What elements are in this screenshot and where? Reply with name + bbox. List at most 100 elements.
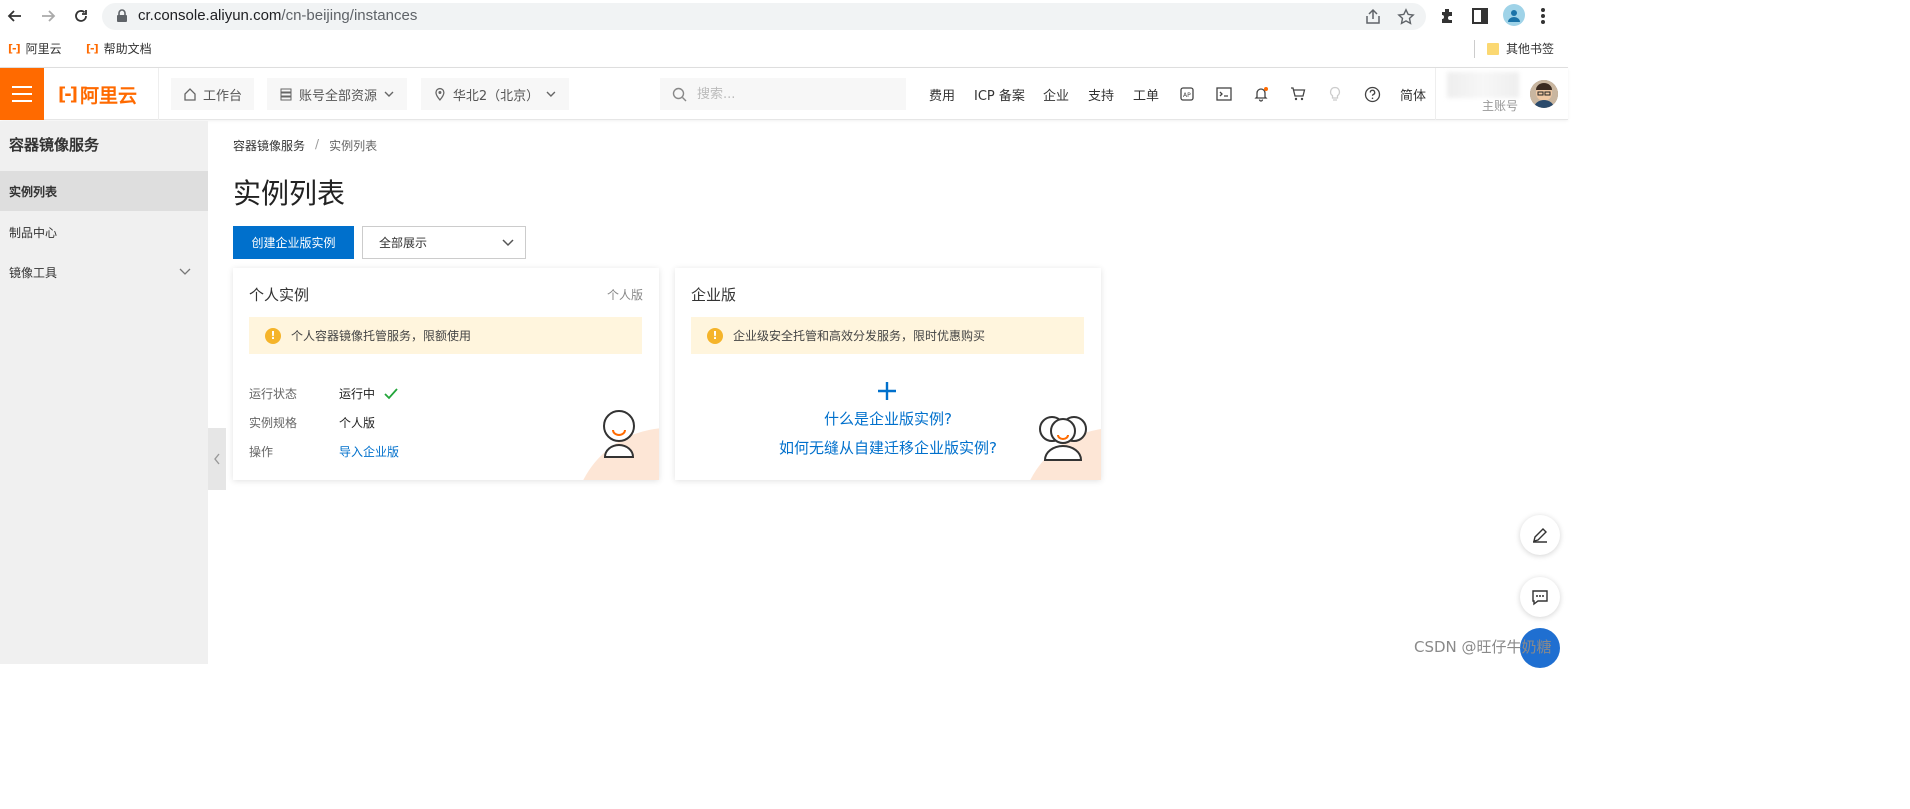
arrow-left-icon [7, 10, 21, 22]
bookmark-divider [1474, 40, 1475, 58]
sidebar-item-label: 制品中心 [9, 225, 58, 240]
filter-value: 全部展示 [379, 236, 428, 250]
csdn-watermark: CSDN @旺仔牛奶糖 [1414, 638, 1552, 656]
notice-banner: ! 企业级安全托管和高效分发服务，限时优惠购买 [691, 317, 1084, 354]
notice-banner: ! 个人容器镜像托管服务，限额使用 [249, 317, 642, 354]
language-switch[interactable]: 简体 [1400, 85, 1426, 104]
url-domain: cr.console.aliyun.com [138, 7, 282, 24]
arrow-right-icon [42, 10, 56, 22]
sidebar-title: 容器镜像服务 [9, 136, 100, 154]
fees-link[interactable]: 费用 [929, 85, 955, 104]
location-pin-icon [435, 87, 445, 101]
chevron-down-icon [546, 91, 556, 97]
chat-icon [1532, 590, 1548, 606]
enterprise-link[interactable]: 企业 [1043, 85, 1069, 104]
share-icon[interactable] [1364, 8, 1382, 26]
bookmark-other[interactable]: 其他书签 [1486, 40, 1554, 57]
sidebar-item-image-tools[interactable]: 镜像工具 [0, 252, 208, 292]
resources-dropdown[interactable]: 账号全部资源 [267, 78, 408, 110]
workbench-label: 工作台 [203, 88, 243, 104]
aliyun-logo-icon: [-] [58, 84, 78, 105]
divider [158, 68, 159, 120]
notifications-button[interactable] [1251, 84, 1271, 104]
sidebar: 容器镜像服务 实例列表 制品中心 镜像工具 [0, 121, 208, 664]
bookmark-aliyun[interactable]: [-] 阿里云 [8, 40, 62, 57]
logo-text: 阿里云 [79, 85, 137, 107]
region-dropdown[interactable]: 华北2（北京） [421, 78, 569, 110]
team-illustration-icon [1039, 416, 1087, 461]
cart-icon [1291, 87, 1306, 101]
sidebar-item-label: 实例列表 [9, 184, 58, 199]
card-tag: 个人版 [606, 288, 643, 302]
help-button[interactable] [1362, 84, 1382, 104]
check-icon [384, 388, 398, 400]
import-enterprise-link[interactable]: 导入企业版 [339, 443, 399, 460]
reload-icon [75, 10, 87, 22]
menu-button[interactable] [0, 68, 44, 120]
account-type-label: 主账号 [1482, 99, 1519, 113]
url-text: cr.console.aliyun.com/cn-beijing/instanc… [138, 7, 417, 24]
stack-icon [280, 88, 292, 101]
chevron-down-icon [179, 268, 191, 275]
chat-button[interactable] [1520, 577, 1560, 617]
back-button[interactable] [4, 5, 26, 27]
icp-link[interactable]: ICP 备案 [974, 85, 1025, 104]
status-text: 运行中 [339, 387, 376, 401]
person-illustration-icon [603, 410, 635, 458]
support-link[interactable]: 支持 [1088, 85, 1114, 104]
url-path: /cn-beijing/instances [281, 7, 418, 24]
enterprise-instance-card[interactable]: 企业版 ! 企业级安全托管和高效分发服务，限时优惠购买 什么是企业版实例? 如何… [675, 268, 1101, 480]
breadcrumb-root[interactable]: 容器镜像服务 [233, 137, 305, 154]
aliyun-logo-icon: [-] [86, 42, 99, 55]
home-icon [184, 88, 196, 101]
workbench-button[interactable]: 工作台 [171, 78, 255, 110]
sidebar-collapse-handle[interactable] [208, 428, 226, 490]
card-title: 企业版 [691, 286, 737, 304]
folder-icon [1487, 42, 1499, 55]
sidebar-item-instances[interactable]: 实例列表 [0, 171, 208, 211]
terminal-icon [1216, 87, 1232, 101]
avatar[interactable] [1530, 80, 1558, 108]
bookmark-label: 帮助文档 [103, 42, 152, 56]
bookmark-help-docs[interactable]: [-] 帮助文档 [86, 40, 152, 57]
person-icon [1508, 10, 1520, 22]
aliyun-logo[interactable]: [-] 阿里云 [58, 81, 137, 108]
api-button[interactable]: AP [1177, 84, 1197, 104]
plus-icon[interactable] [877, 381, 897, 401]
chevron-left-icon [214, 453, 220, 465]
tips-button[interactable] [1325, 84, 1345, 104]
pencil-icon [1533, 528, 1547, 543]
side-panel-icon[interactable] [1471, 7, 1489, 25]
warning-icon: ! [707, 327, 723, 344]
lightbulb-icon [1329, 86, 1341, 101]
create-enterprise-instance-button[interactable]: 创建企业版实例 [233, 226, 354, 259]
spec-value: 个人版 [339, 416, 376, 430]
address-bar[interactable]: cr.console.aliyun.com/cn-beijing/instanc… [102, 3, 1426, 30]
forward-button[interactable] [37, 5, 59, 27]
instance-filter-select[interactable]: 全部展示 [362, 226, 526, 259]
profile-button[interactable] [1503, 4, 1525, 26]
page-title: 实例列表 [233, 177, 346, 210]
api-icon: AP [1180, 87, 1194, 101]
question-circle-icon [1364, 86, 1380, 102]
star-icon[interactable] [1397, 8, 1415, 26]
reload-button[interactable] [70, 5, 92, 27]
sidebar-item-artifacts[interactable]: 制品中心 [0, 212, 208, 252]
cart-button[interactable] [1288, 84, 1308, 104]
extensions-icon[interactable] [1438, 7, 1456, 25]
global-search[interactable] [660, 78, 906, 110]
status-value: 运行中 [339, 385, 399, 402]
ticket-link[interactable]: 工单 [1133, 85, 1159, 104]
personal-instance-card[interactable]: 个人实例 个人版 ! 个人容器镜像托管服务，限额使用 运行状态 运行中 实例规格… [233, 268, 659, 480]
breadcrumb: 容器镜像服务 / 实例列表 [233, 137, 377, 154]
feedback-edit-button[interactable] [1520, 515, 1560, 555]
search-input[interactable] [695, 85, 885, 103]
action-label: 操作 [249, 445, 274, 459]
browser-toolbar: cr.console.aliyun.com/cn-beijing/instanc… [0, 0, 1568, 68]
chevron-down-icon [384, 91, 394, 97]
more-vert-icon[interactable] [1540, 6, 1546, 26]
resources-label: 账号全部资源 [299, 88, 378, 104]
bell-icon [1254, 87, 1268, 102]
notice-text: 企业级安全托管和高效分发服务，限时优惠购买 [733, 329, 986, 343]
cloud-shell-button[interactable] [1214, 84, 1234, 104]
